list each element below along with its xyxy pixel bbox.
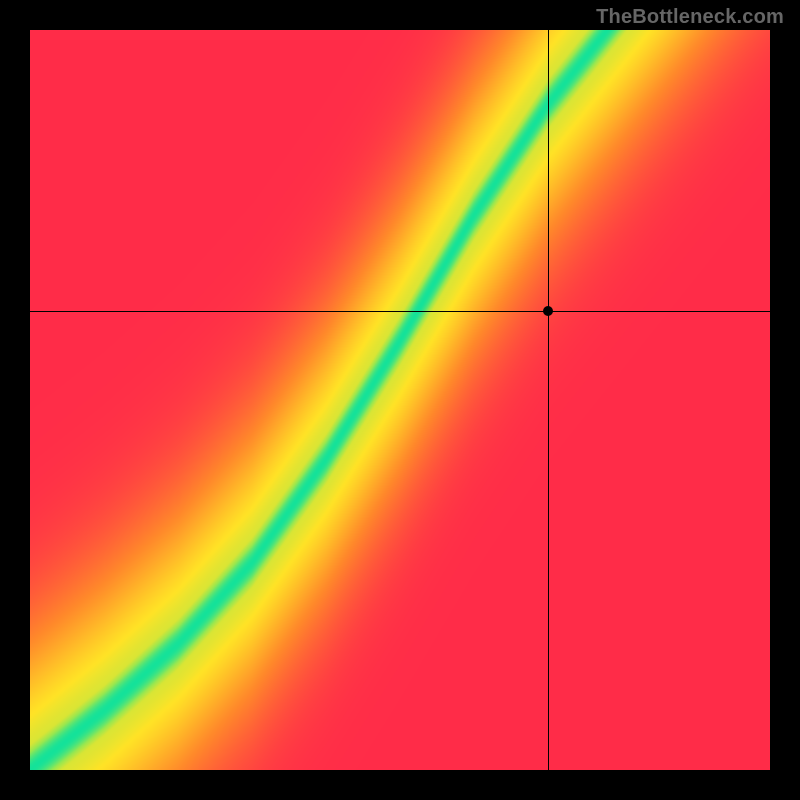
crosshair-vertical	[548, 30, 549, 770]
watermark-text: TheBottleneck.com	[596, 6, 784, 29]
crosshair-horizontal	[30, 311, 770, 312]
heatmap-canvas	[30, 30, 770, 770]
heatmap-plot	[30, 30, 770, 770]
marker-dot	[543, 306, 553, 316]
chart-container: TheBottleneck.com	[0, 0, 800, 800]
